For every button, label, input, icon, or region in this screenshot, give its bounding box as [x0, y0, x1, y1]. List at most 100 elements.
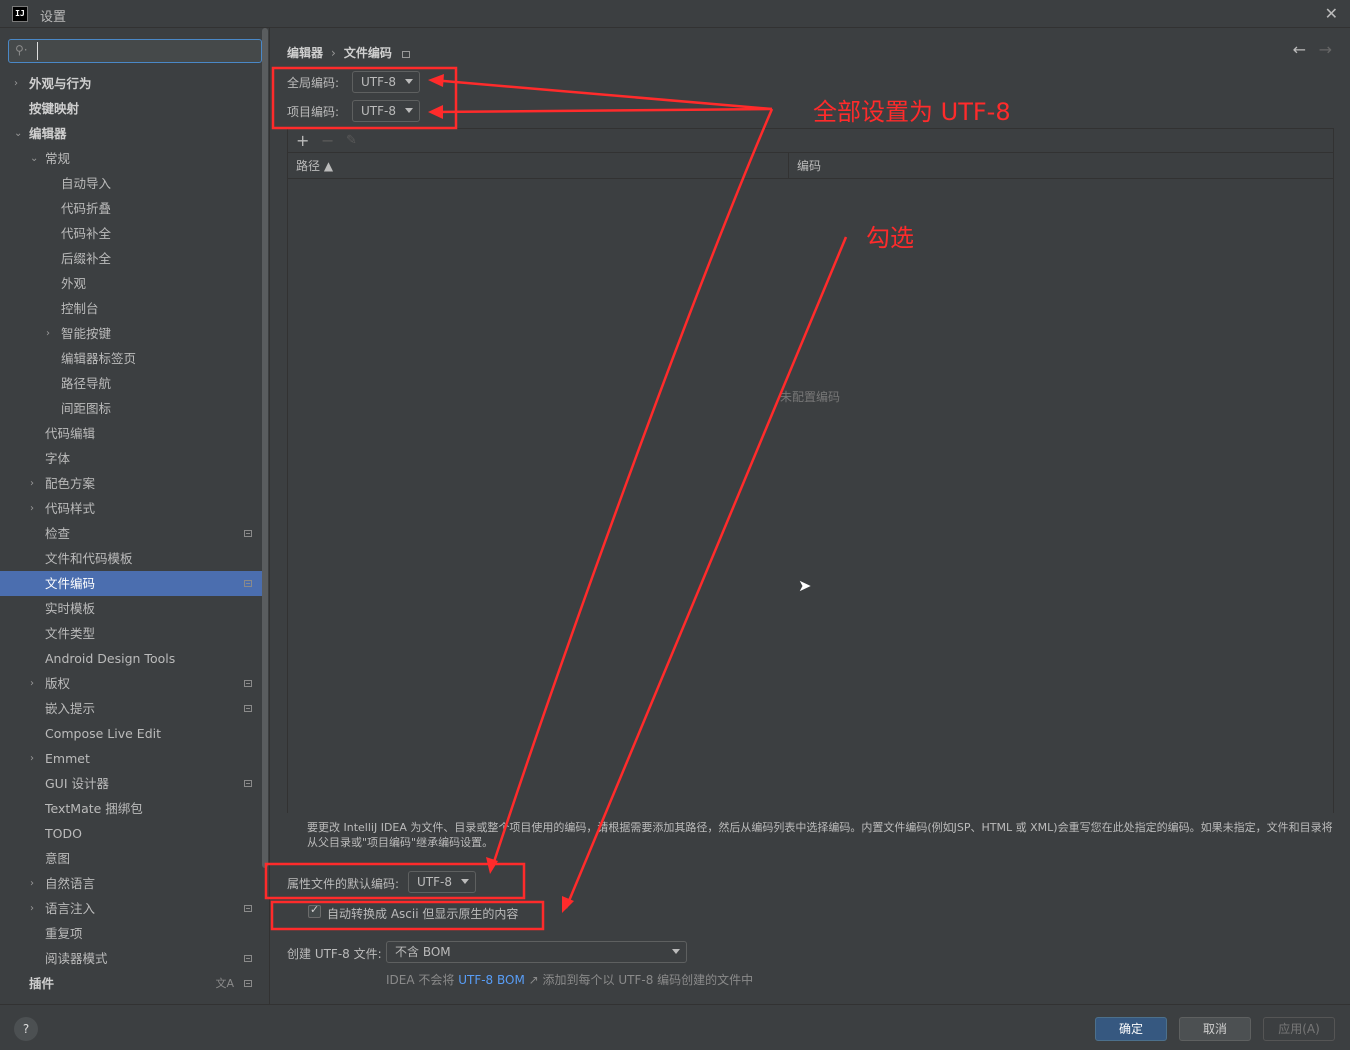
- chevron-right-icon[interactable]: ›: [30, 746, 42, 771]
- sidebar-item-label: 文件类型: [45, 626, 96, 641]
- sidebar-item[interactable]: TODO: [0, 821, 262, 846]
- project-encoding-value: UTF-8: [361, 104, 396, 118]
- sidebar-item[interactable]: › 语言注入: [0, 896, 262, 921]
- chevron-right-icon[interactable]: ›: [30, 496, 42, 521]
- sidebar-item[interactable]: 字体: [0, 446, 262, 471]
- sidebar-item[interactable]: 插件 文A: [0, 971, 262, 996]
- apply-button[interactable]: 应用(A): [1263, 1017, 1335, 1041]
- settings-sidebar: ⚲· › 外观与行为 按键映射 ⌄ 编辑器 ⌄ 常规 自动导入 代码折叠 代码补全 后缀补全 外观 控制…: [0, 28, 270, 1004]
- breadcrumb-current: 文件编码: [343, 46, 392, 60]
- chevron-right-icon[interactable]: ›: [30, 471, 42, 496]
- breadcrumb-parent[interactable]: 编辑器: [287, 46, 323, 60]
- sidebar-item[interactable]: Compose Live Edit: [0, 721, 262, 746]
- sidebar-item[interactable]: 实时模板: [0, 596, 262, 621]
- native-ascii-checkbox[interactable]: ✓: [308, 903, 321, 918]
- ok-button[interactable]: 确定: [1095, 1017, 1167, 1041]
- sidebar-item[interactable]: 文件编码: [0, 571, 262, 596]
- sidebar-item[interactable]: 间距图标: [0, 396, 262, 421]
- forward-arrow-icon: →: [1318, 40, 1332, 59]
- back-arrow-icon[interactable]: ←: [1293, 40, 1306, 59]
- sidebar-item[interactable]: 嵌入提示: [0, 696, 262, 721]
- edit-icon: ✎: [346, 133, 357, 148]
- annotation-check: 勾选: [866, 224, 914, 252]
- table-body[interactable]: 未配置编码: [288, 180, 1333, 813]
- sidebar-item-label: 代码样式: [45, 501, 96, 516]
- search-box[interactable]: ⚲·: [8, 39, 262, 63]
- breadcrumb: 编辑器 › 文件编码: [287, 44, 410, 61]
- properties-encoding-select[interactable]: UTF-8: [408, 871, 476, 893]
- chevron-down-icon: [672, 949, 680, 954]
- sidebar-item[interactable]: 检查: [0, 521, 262, 546]
- sidebar-scrollbar[interactable]: [262, 28, 268, 868]
- chevron-down-icon[interactable]: ⌄: [14, 121, 26, 146]
- sidebar-item-label: 路径导航: [61, 376, 112, 391]
- sidebar-item[interactable]: › 外观与行为: [0, 71, 262, 96]
- encoding-description: 要更改 IntelliJ IDEA 为文件、目录或整个项目使用的编码，请根据需要…: [307, 821, 1333, 849]
- mouse-cursor-icon: ➤: [798, 576, 812, 595]
- annotation-set-utf8: 全部设置为 UTF-8: [813, 98, 1011, 126]
- sidebar-item[interactable]: 编辑器标签页: [0, 346, 262, 371]
- sidebar-item-label: GUI 设计器: [45, 776, 109, 791]
- sidebar-item[interactable]: 文件和代码模板: [0, 546, 262, 571]
- sidebar-item[interactable]: 后缀补全: [0, 246, 262, 271]
- sidebar-item[interactable]: Android Design Tools: [0, 646, 262, 671]
- sidebar-item[interactable]: › 版权: [0, 671, 262, 696]
- sidebar-item[interactable]: › 智能按键: [0, 321, 262, 346]
- sidebar-item-label: 插件: [29, 976, 55, 991]
- sidebar-item-label: 嵌入提示: [45, 701, 96, 716]
- chevron-right-icon[interactable]: ›: [14, 71, 26, 96]
- add-icon[interactable]: +: [296, 131, 309, 150]
- bom-value: 不含 BOM: [395, 945, 451, 959]
- sidebar-item[interactable]: 外观: [0, 271, 262, 296]
- sidebar-item[interactable]: GUI 设计器: [0, 771, 262, 796]
- utf8-bom-link[interactable]: UTF-8 BOM: [458, 973, 525, 987]
- breadcrumb-separator: ›: [331, 46, 336, 60]
- help-button[interactable]: ?: [14, 1017, 38, 1041]
- sidebar-item[interactable]: › 自然语言: [0, 871, 262, 896]
- sidebar-item[interactable]: › Emmet: [0, 746, 262, 771]
- sidebar-item[interactable]: 阅读器模式: [0, 946, 262, 971]
- sidebar-item-label: 配色方案: [45, 476, 96, 491]
- sidebar-item[interactable]: › 配色方案: [0, 471, 262, 496]
- native-ascii-label[interactable]: 自动转换成 Ascii 但显示原生的内容: [327, 905, 518, 922]
- global-encoding-select[interactable]: UTF-8: [352, 71, 420, 93]
- project-scope-icon: [244, 680, 252, 687]
- sidebar-item-label: 智能按键: [61, 326, 112, 341]
- project-scope-icon: [244, 530, 252, 537]
- search-input[interactable]: [37, 42, 257, 60]
- chevron-right-icon[interactable]: ›: [30, 896, 42, 921]
- main-panel: 编辑器 › 文件编码 ← → 全局编码: UTF-8 项目编码: UTF-8 + −…: [271, 28, 1350, 1004]
- chevron-right-icon[interactable]: ›: [30, 871, 42, 896]
- sidebar-item-label: 自动导入: [61, 176, 112, 191]
- project-scope-icon: [401, 51, 410, 58]
- chevron-down-icon[interactable]: ⌄: [30, 146, 42, 171]
- sidebar-item[interactable]: ⌄ 常规: [0, 146, 262, 171]
- sidebar-item[interactable]: 代码折叠: [0, 196, 262, 221]
- sidebar-item[interactable]: 路径导航: [0, 371, 262, 396]
- sidebar-item[interactable]: 代码编辑: [0, 421, 262, 446]
- remove-icon: −: [321, 131, 335, 150]
- sidebar-item-label: 实时模板: [45, 601, 96, 616]
- sidebar-item[interactable]: 意图: [0, 846, 262, 871]
- global-encoding-label: 全局编码:: [287, 76, 340, 90]
- close-icon[interactable]: ✕: [1325, 4, 1338, 23]
- sidebar-item[interactable]: 代码补全: [0, 221, 262, 246]
- bom-select[interactable]: 不含 BOM: [386, 941, 687, 963]
- project-encoding-select[interactable]: UTF-8: [352, 100, 420, 122]
- sidebar-item[interactable]: 自动导入: [0, 171, 262, 196]
- sidebar-item[interactable]: 重复项: [0, 921, 262, 946]
- sidebar-item[interactable]: 文件类型: [0, 621, 262, 646]
- sidebar-item-label: 编辑器: [29, 126, 67, 141]
- sidebar-item[interactable]: ⌄ 编辑器: [0, 121, 262, 146]
- sidebar-item[interactable]: 按键映射: [0, 96, 262, 121]
- chevron-right-icon[interactable]: ›: [30, 671, 42, 696]
- chevron-right-icon[interactable]: ›: [46, 321, 58, 346]
- sidebar-item[interactable]: 控制台: [0, 296, 262, 321]
- cancel-button[interactable]: 取消: [1179, 1017, 1251, 1041]
- bom-label: 创建 UTF-8 文件:: [287, 947, 382, 961]
- column-header-path[interactable]: 路径 ▲: [288, 153, 788, 179]
- sidebar-item[interactable]: › 代码样式: [0, 496, 262, 521]
- column-header-encoding[interactable]: 编码: [788, 153, 1333, 179]
- table-toolbar: + − ✎: [288, 129, 1333, 153]
- sidebar-item[interactable]: TextMate 捆绑包: [0, 796, 262, 821]
